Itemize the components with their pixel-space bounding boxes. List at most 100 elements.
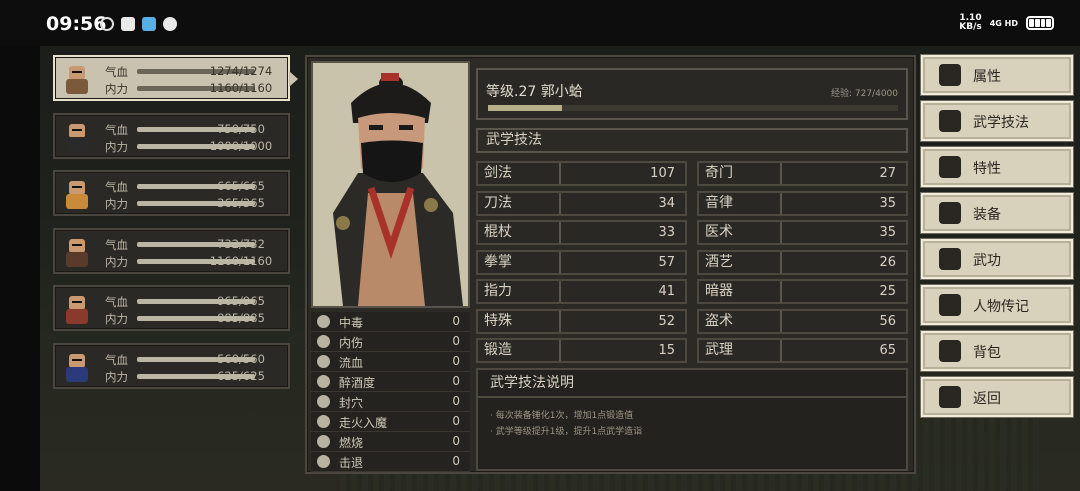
party-member[interactable]: 气血 665/665 内力 365/365 xyxy=(53,170,290,217)
party-member[interactable]: 气血 560/560 内力 625/625 xyxy=(53,342,290,389)
status-effect-row: 走火入魔 0 xyxy=(311,412,470,432)
description-line: · 武学等级提升1级，提升1点武学造诣 xyxy=(490,427,643,437)
description-box: 武学技法说明 · 每次装备锤化1次，增加1点锻造值 · 武学等级提升1级，提升1… xyxy=(476,368,908,471)
skill-value: 52 xyxy=(658,313,675,329)
mp-value: 885/885 xyxy=(217,311,265,326)
skills-person-icon xyxy=(939,110,961,132)
skill-name: 医术 xyxy=(699,222,782,243)
skill-name: 特殊 xyxy=(478,310,561,332)
menu-label: 人物传记 xyxy=(973,299,1029,315)
status-effect-icon xyxy=(317,395,330,408)
k-app-icon xyxy=(100,17,114,31)
hp-value: 965/965 xyxy=(217,294,265,309)
status-effect-value: 0 xyxy=(452,394,460,408)
hp-label: 气血 xyxy=(105,122,128,137)
mp-value: 1160/1160 xyxy=(209,253,273,268)
skill-cell: 指力 41 xyxy=(476,279,687,304)
party-member[interactable]: 气血 732/732 内力 1160/1160 xyxy=(53,227,290,274)
member-portrait xyxy=(59,233,95,269)
character-panel: 中毒 0 内伤 0 流血 0 醉酒度 0 封穴 0 走火入魔 0 燃烧 0 击退 0 等级.27 郭小蛤 经验… xyxy=(305,55,916,474)
status-effect-row: 燃烧 0 xyxy=(311,432,470,452)
status-effect-icon xyxy=(317,415,330,428)
skill-name: 音律 xyxy=(699,192,782,214)
hp-label: 气血 xyxy=(105,65,128,79)
menu-button[interactable]: 装备 xyxy=(921,193,1073,233)
skill-value: 35 xyxy=(879,195,896,211)
status-effect-name: 醉酒度 xyxy=(339,376,376,390)
menu-label: 背包 xyxy=(973,345,1001,361)
skill-name: 指力 xyxy=(478,281,561,302)
person-icon xyxy=(939,64,961,86)
status-effect-icon xyxy=(317,315,330,328)
skill-name: 拳掌 xyxy=(478,251,561,273)
sword-icon xyxy=(939,202,961,224)
skill-cell: 锻造 15 xyxy=(476,338,687,363)
skill-name: 盗术 xyxy=(699,310,782,332)
party-member[interactable]: 气血 1274/1274 内力 1160/1160 xyxy=(53,55,298,101)
status-effect-value: 0 xyxy=(452,334,460,348)
skill-value: 15 xyxy=(658,343,675,358)
skill-value: 27 xyxy=(879,166,896,181)
status-effect-row: 封穴 0 xyxy=(311,392,470,412)
menu-button[interactable]: 返回 xyxy=(921,377,1073,417)
skill-name: 酒艺 xyxy=(699,251,782,273)
level-box: 等级.27 郭小蛤 经验: 727/4000 xyxy=(476,68,908,120)
skill-cell: 拳掌 57 xyxy=(476,249,687,275)
mp-label: 内力 xyxy=(105,197,128,212)
skill-value: 57 xyxy=(658,254,675,270)
skill-value: 25 xyxy=(879,284,896,299)
skill-value: 33 xyxy=(658,225,675,240)
skill-name: 武理 xyxy=(699,340,782,361)
bag-icon xyxy=(939,340,961,362)
status-bar: 09:56 1.10 KB/s 4G HD xyxy=(0,0,1080,46)
menu-label: 属性 xyxy=(973,69,1001,85)
description-title: 武学技法说明 xyxy=(478,370,906,398)
app-icon xyxy=(142,17,156,31)
hp-value: 665/665 xyxy=(217,179,265,194)
hp-value: 732/732 xyxy=(217,236,265,251)
mp-label: 内力 xyxy=(105,82,128,96)
skill-cell: 盗术 56 xyxy=(697,308,908,334)
skill-cell: 音律 35 xyxy=(697,190,908,216)
status-effects-list: 中毒 0 内伤 0 流血 0 醉酒度 0 封穴 0 走火入魔 0 燃烧 0 击退 0 xyxy=(311,312,470,472)
skill-cell: 暗器 25 xyxy=(697,279,908,304)
status-effect-icon xyxy=(317,375,330,388)
status-effect-icon xyxy=(317,435,330,448)
menu-button[interactable]: 武学技法 xyxy=(921,101,1073,141)
mp-label: 内力 xyxy=(105,254,128,269)
skill-value: 26 xyxy=(879,254,896,270)
hp-label: 气血 xyxy=(105,295,128,310)
status-effect-name: 击退 xyxy=(339,456,364,470)
status-effect-icon xyxy=(317,335,330,348)
skill-value: 107 xyxy=(650,166,675,181)
skill-name: 棍杖 xyxy=(478,222,561,243)
clock: 09:56 xyxy=(46,13,107,35)
skill-cell: 棍杖 33 xyxy=(476,220,687,245)
menu-button[interactable]: 武功 xyxy=(921,239,1073,279)
skill-name: 刀法 xyxy=(478,192,561,214)
skill-value: 65 xyxy=(879,343,896,358)
mp-value: 1160/1160 xyxy=(209,81,273,95)
skill-value: 35 xyxy=(879,225,896,240)
party-member[interactable]: 气血 965/965 内力 885/885 xyxy=(53,285,290,332)
menu-button[interactable]: 特性 xyxy=(921,147,1073,187)
level-name: 等级.27 郭小蛤 xyxy=(486,84,583,100)
exp-bar xyxy=(488,105,898,111)
status-effect-value: 0 xyxy=(452,414,460,428)
status-effect-name: 封穴 xyxy=(339,396,364,410)
exp-text: 经验: 727/4000 xyxy=(830,89,898,99)
trait-icon xyxy=(939,156,961,178)
menu-label: 装备 xyxy=(973,207,1001,223)
skill-cell: 剑法 107 xyxy=(476,161,687,186)
mp-label: 内力 xyxy=(105,369,128,384)
skill-name: 奇门 xyxy=(699,163,782,184)
menu-button[interactable]: 属性 xyxy=(921,55,1073,95)
door-icon xyxy=(939,386,961,408)
book-icon xyxy=(939,248,961,270)
battery-icon xyxy=(1026,16,1054,30)
party-member[interactable]: 气血 750/750 内力 1000/1000 xyxy=(53,112,290,159)
menu-label: 返回 xyxy=(973,391,1001,407)
menu-button[interactable]: 人物传记 xyxy=(921,285,1073,325)
chat-icon xyxy=(163,17,177,31)
menu-button[interactable]: 背包 xyxy=(921,331,1073,371)
